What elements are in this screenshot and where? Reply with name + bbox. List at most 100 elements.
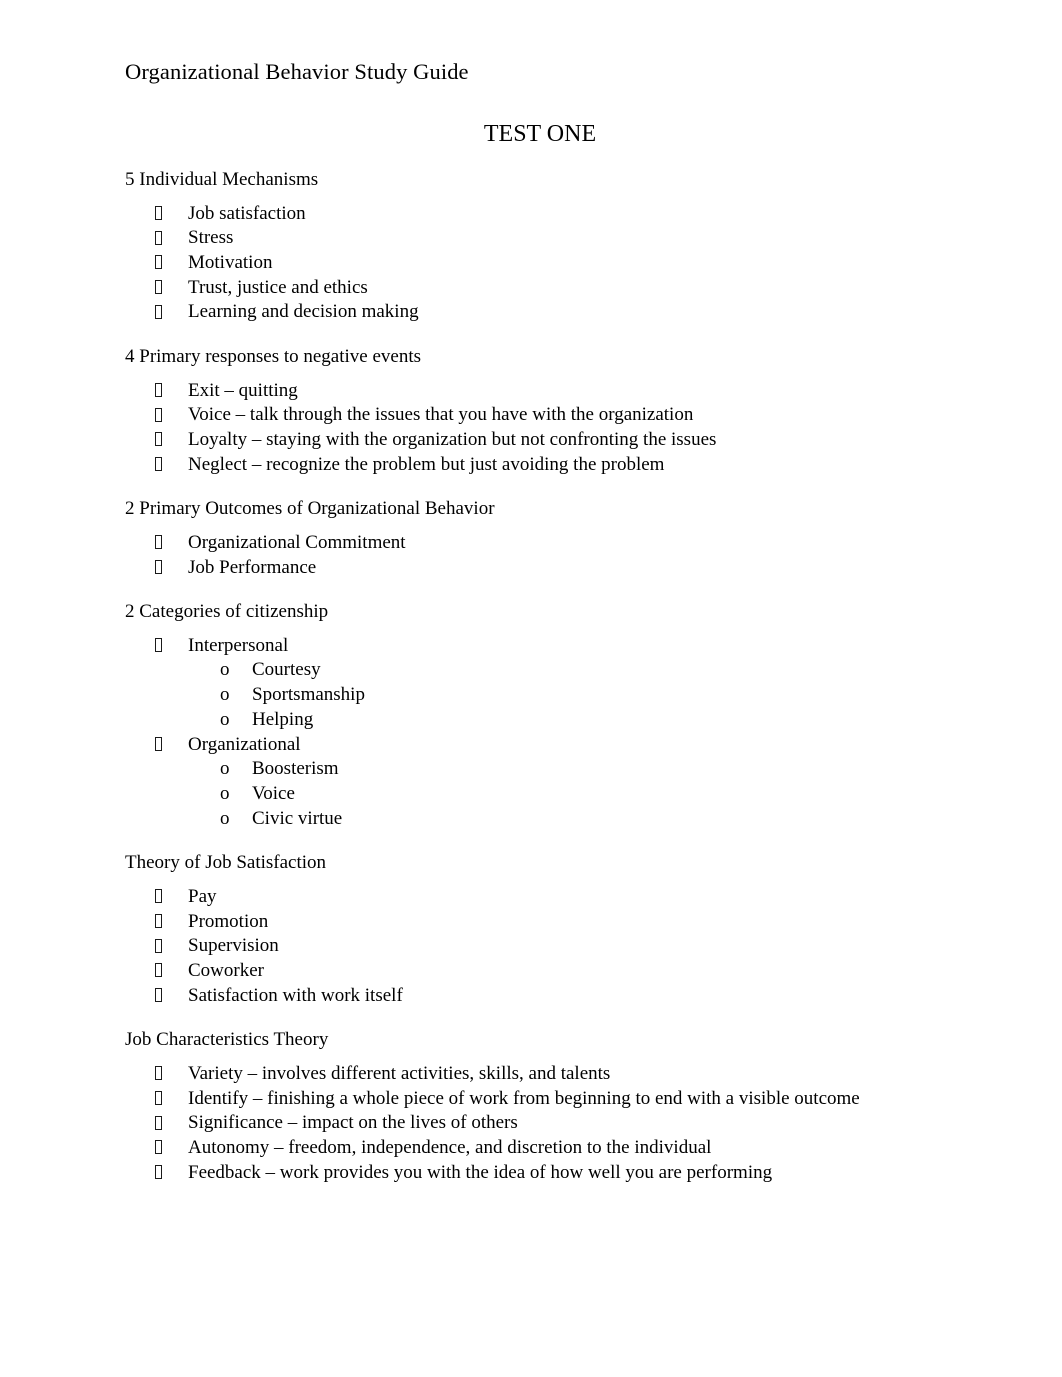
list-item: Trust, justice and ethics <box>125 276 955 301</box>
bullet-box-icon <box>155 457 162 472</box>
list-item-label: Organizational Commitment <box>188 531 406 553</box>
list-item-label: Organizational <box>188 733 301 755</box>
bullet-box-icon <box>155 383 162 398</box>
circle-marker-icon: o <box>220 659 230 681</box>
bullet-box-icon <box>155 938 162 953</box>
list-item: Organizational <box>125 733 955 758</box>
list-item: Job satisfaction <box>125 202 955 227</box>
bullet-list: Variety – involves different activities,… <box>125 1062 955 1186</box>
list-item-label: Coworker <box>188 959 264 981</box>
sub-list-item: o Helping <box>125 708 955 733</box>
list-item: Learning and decision making <box>125 300 955 325</box>
list-item: Job Performance <box>125 556 955 581</box>
list-item: Stress <box>125 226 955 251</box>
sections-container: 5 Individual Mechanisms Job satisfaction S… <box>125 168 955 1185</box>
page-title: Organizational Behavior Study Guide <box>125 59 469 84</box>
circle-marker-icon: o <box>220 708 230 730</box>
circle-marker-icon: o <box>220 807 230 829</box>
list-item-label: Significance – impact on the lives of ot… <box>188 1112 518 1134</box>
list-item: Coworker <box>125 959 955 984</box>
list-item-label: Stress <box>188 227 234 249</box>
bullet-box-icon <box>155 988 162 1003</box>
list-item-label: Exit – quitting <box>188 379 298 401</box>
sub-list-item: o Sportsmanship <box>125 683 955 708</box>
section-heading: Theory of Job Satisfaction <box>125 852 327 874</box>
circle-marker-icon: o <box>220 684 230 706</box>
document-page: Organizational Behavior Study Guide TEST… <box>0 0 1062 1377</box>
list-item: Interpersonal <box>125 634 955 659</box>
bullet-box-icon <box>155 280 162 295</box>
circle-marker-icon: o <box>220 758 230 780</box>
bullet-box-icon <box>155 407 162 422</box>
section: 4 Primary responses to negative events Ex… <box>125 345 955 477</box>
list-item: Neglect – recognize the problem but just… <box>125 453 955 478</box>
list-item-label: Neglect – recognize the problem but just… <box>188 453 665 475</box>
bullet-box-icon <box>155 1115 162 1130</box>
bullet-list: Pay Promotion Supervision Coworker Satisfact… <box>125 885 955 1009</box>
list-item-label: Identify – finishing a whole piece of wo… <box>188 1087 860 1109</box>
bullet-box-icon <box>155 255 162 270</box>
section: 2 Primary Outcomes of Organizational Beh… <box>125 497 955 580</box>
list-item: Identify – finishing a whole piece of wo… <box>125 1087 955 1112</box>
list-item-label: Pay <box>188 885 217 907</box>
list-item-label: Promotion <box>188 910 269 932</box>
list-item: Motivation <box>125 251 955 276</box>
list-item-label: Interpersonal <box>188 634 289 656</box>
section: Theory of Job Satisfaction Pay Promotion Su… <box>125 851 955 1008</box>
bullet-box-icon <box>155 560 162 575</box>
list-item-label: Supervision <box>188 935 279 957</box>
bullet-box-icon <box>155 535 162 550</box>
list-item: Autonomy – freedom, independence, and di… <box>125 1136 955 1161</box>
list-item-label: Feedback – work provides you with the id… <box>188 1161 773 1183</box>
list-item: Variety – involves different activities,… <box>125 1062 955 1087</box>
bullet-box-icon <box>155 638 162 653</box>
sub-list-item-label: Courtesy <box>252 659 321 681</box>
bullet-box-icon <box>155 432 162 447</box>
list-item-label: Autonomy – freedom, independence, and di… <box>188 1136 712 1158</box>
list-item-label: Variety – involves different activities,… <box>188 1062 611 1084</box>
section-heading: 4 Primary responses to negative events <box>125 346 422 368</box>
bullet-list: Exit – quitting Voice – talk through the … <box>125 379 955 478</box>
sub-list-item-label: Sportsmanship <box>252 684 365 706</box>
bullet-box-icon <box>155 889 162 904</box>
bullet-box-icon <box>155 737 162 752</box>
list-item: Exit – quitting <box>125 379 955 404</box>
circle-marker-icon: o <box>220 782 230 804</box>
list-item: Loyalty – staying with the organization … <box>125 428 955 453</box>
bullet-list: Job satisfaction Stress Motivation Trust, j… <box>125 202 955 326</box>
list-item: Feedback – work provides you with the id… <box>125 1161 955 1186</box>
list-item-label: Job Performance <box>188 556 317 578</box>
list-item: Satisfaction with work itself <box>125 984 955 1009</box>
list-item-label: Loyalty – staying with the organization … <box>188 428 717 450</box>
list-item: Organizational Commitment <box>125 531 955 556</box>
section: 2 Categories of citizenship Interpersonal… <box>125 600 955 831</box>
bullet-box-icon <box>155 304 162 319</box>
test-heading: TEST ONE <box>483 121 597 147</box>
bullet-box-icon <box>155 1066 162 1081</box>
list-item-label: Voice – talk through the issues that you… <box>188 404 694 426</box>
list-item-label: Motivation <box>188 251 273 273</box>
section: Job Characteristics Theory Variety – invo… <box>125 1028 955 1185</box>
sub-list-item-label: Voice <box>252 782 295 804</box>
bullet-box-icon <box>155 1165 162 1180</box>
document-body: Organizational Behavior Study Guide TEST… <box>125 58 955 1185</box>
section-heading: 2 Categories of citizenship <box>125 601 329 623</box>
section: 5 Individual Mechanisms Job satisfaction S… <box>125 168 955 325</box>
sub-bullet-list: o Boosterism o Voice o Civic virtue <box>125 757 955 831</box>
sub-list-item: o Boosterism <box>125 757 955 782</box>
list-item-label: Job satisfaction <box>188 202 306 224</box>
sub-list-item-label: Civic virtue <box>252 807 343 829</box>
bullet-list: Interpersonal o Courtesy o Sportsmanship o Hel… <box>125 634 955 832</box>
section-heading: Job Characteristics Theory <box>125 1029 329 1051</box>
list-item: Voice – talk through the issues that you… <box>125 403 955 428</box>
list-item: Promotion <box>125 910 955 935</box>
sub-list-item: o Courtesy <box>125 658 955 683</box>
bullet-box-icon <box>155 914 162 929</box>
bullet-box-icon <box>155 963 162 978</box>
list-item: Supervision <box>125 934 955 959</box>
bullet-box-icon <box>155 230 162 245</box>
sub-list-item: o Voice <box>125 782 955 807</box>
section-heading: 2 Primary Outcomes of Organizational Beh… <box>125 498 495 520</box>
sub-bullet-list: o Courtesy o Sportsmanship o Helping <box>125 658 955 732</box>
section-heading: 5 Individual Mechanisms <box>125 169 319 190</box>
